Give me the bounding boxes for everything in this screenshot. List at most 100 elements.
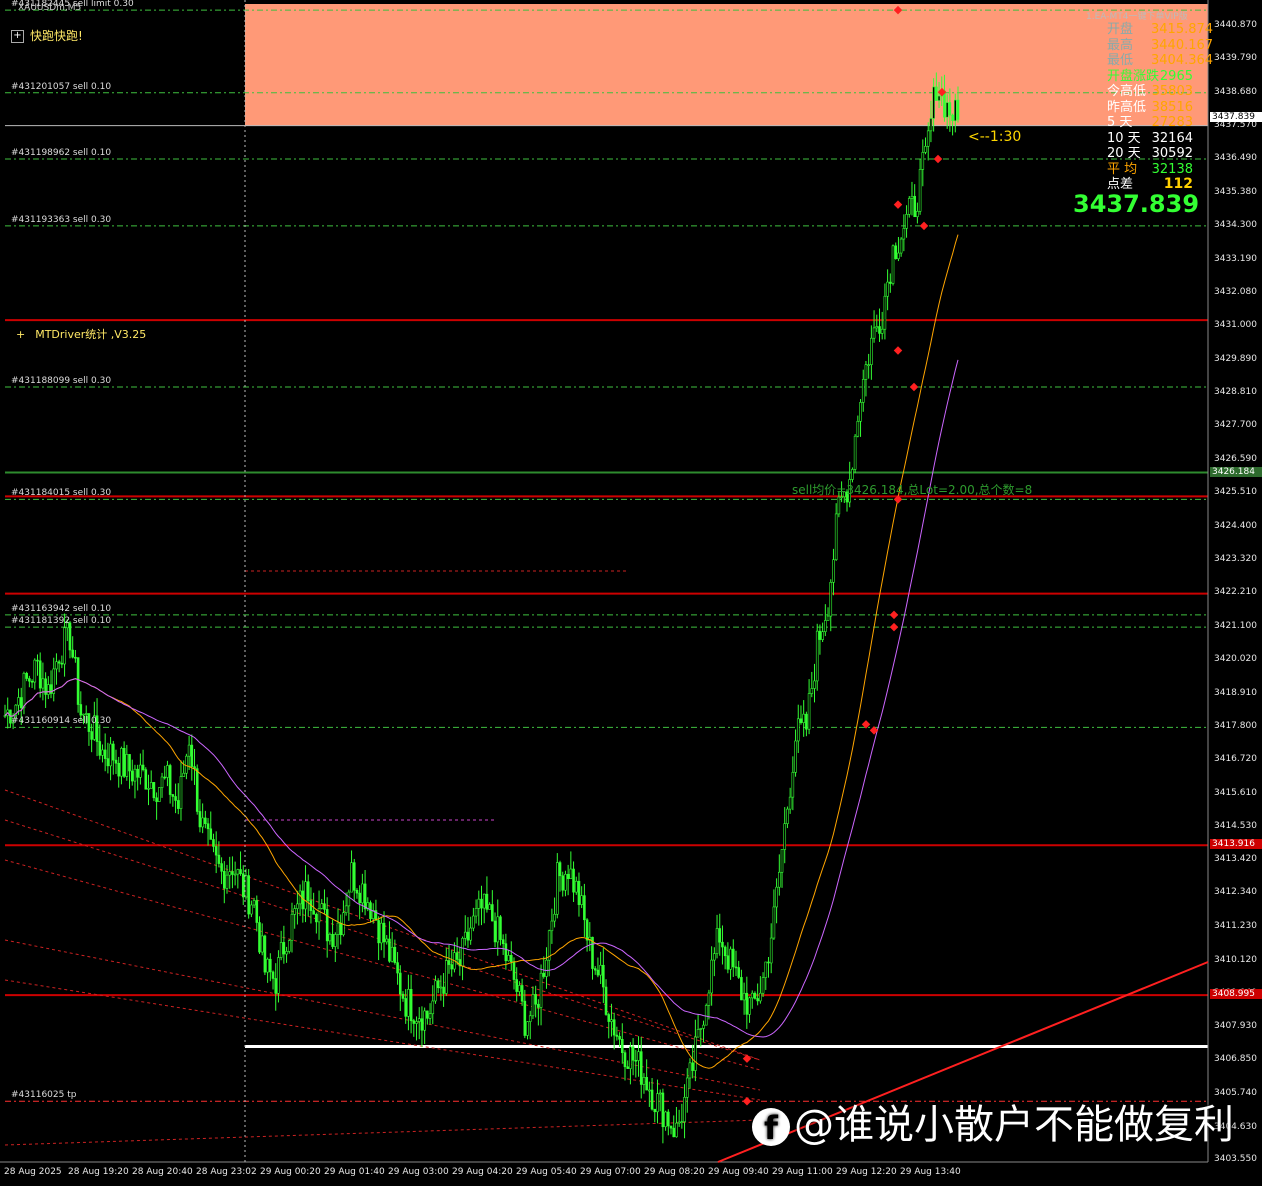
candle-body [837, 496, 841, 515]
candle-body [534, 994, 537, 1005]
candle-body [723, 946, 727, 957]
candle-body [377, 920, 380, 944]
candle-body [347, 891, 351, 907]
candle-body [482, 893, 486, 909]
candle-body [618, 1036, 621, 1040]
candle-body [864, 364, 868, 380]
candle-body [805, 713, 808, 730]
candle-body [485, 893, 489, 910]
candle-body [509, 954, 513, 963]
candle-body [675, 1122, 678, 1138]
candle-body [385, 938, 389, 943]
candle-body [409, 988, 413, 1021]
candle-body [539, 972, 543, 1008]
mtdriver-stats-button[interactable]: + MTDriver统计 ,V3.25 [16, 326, 146, 342]
candle-body [28, 678, 31, 682]
order-label[interactable]: #431188099 sell 0.30 [11, 376, 111, 386]
price-axis-label: 3423.320 [1214, 553, 1257, 564]
candle-body [807, 693, 811, 730]
price-chart[interactable] [0, 0, 1262, 1186]
candle-body [550, 920, 554, 932]
order-label[interactable]: #431198962 sell 0.10 [11, 148, 111, 158]
candle-body [212, 839, 215, 847]
candle-body [187, 744, 191, 757]
candle-body [691, 1062, 694, 1071]
candle-body [558, 862, 562, 877]
candle-body [683, 1097, 686, 1123]
price-axis-label: 3410.120 [1214, 954, 1257, 965]
candle-body [886, 281, 889, 297]
candle-body [891, 245, 895, 284]
candle-body [398, 972, 402, 995]
candle-body [696, 1029, 700, 1038]
candle-body [160, 776, 164, 788]
candle-body [74, 656, 77, 659]
candle-body [945, 102, 949, 118]
candle-body [163, 776, 167, 779]
candle-body [528, 1015, 532, 1022]
candle-body [201, 817, 204, 828]
candle-body [685, 1077, 689, 1098]
candle-body [407, 988, 410, 1017]
candle-body [423, 1010, 426, 1031]
candle-body [824, 620, 827, 633]
candle-body [282, 942, 286, 955]
candle-body [455, 952, 459, 960]
candle-body [537, 1003, 540, 1008]
candle-body [22, 672, 26, 709]
candle-body [783, 823, 787, 850]
candle-body [526, 1021, 529, 1036]
candle-body [361, 883, 364, 904]
candle-body [298, 890, 302, 905]
order-label[interactable]: #431181392 sell 0.10 [11, 616, 111, 626]
candle-body [721, 941, 724, 948]
time-axis-label: 29 Aug 12:20 [836, 1167, 897, 1177]
candle-body [36, 659, 39, 662]
candle-body [287, 940, 291, 952]
candle-body [166, 765, 169, 778]
candle-body [878, 326, 881, 334]
candle-body [832, 559, 835, 583]
candle-body [293, 908, 296, 915]
candle-body [499, 916, 502, 940]
candle-body [488, 904, 491, 910]
candle-body [236, 869, 240, 875]
candle-body [948, 102, 952, 116]
sell-average-text: sell均价=3426.184,总Lot=2.00,总个数=8 [792, 483, 1033, 497]
candle-body [55, 661, 58, 670]
order-label[interactable]: #431193363 sell 0.30 [11, 215, 111, 225]
candle-body [274, 978, 278, 994]
order-label[interactable]: #43116025 tp [11, 1090, 76, 1100]
candle-body [19, 697, 23, 709]
price-axis-label: 3426.590 [1214, 454, 1257, 465]
candle-body [585, 919, 589, 941]
candle-body [569, 868, 573, 880]
candle-body [206, 823, 210, 830]
candle-body [390, 946, 394, 962]
candle-body [593, 968, 597, 971]
candle-body [426, 1010, 429, 1019]
order-label[interactable]: #431201057 sell 0.10 [11, 82, 111, 92]
candle-body [255, 900, 259, 923]
order-label[interactable]: #431163942 sell 0.10 [11, 604, 111, 614]
candle-body [480, 898, 483, 909]
quick-run-button[interactable]: + 快跑快跑! [11, 27, 83, 44]
candle-body [382, 922, 386, 943]
candle-body [417, 1018, 421, 1022]
price-axis-label: 3435.380 [1214, 187, 1257, 198]
order-label[interactable]: #431184015 sell 0.30 [11, 488, 111, 498]
candle-body [545, 959, 548, 977]
candle-body [450, 964, 454, 970]
order-label[interactable]: #431160914 sell 0.30 [11, 716, 111, 726]
candle-body [380, 922, 383, 944]
candle-body [650, 1089, 654, 1110]
candle-body [631, 1046, 635, 1061]
candle-body [826, 615, 830, 621]
candle-body [899, 238, 903, 254]
candle-body [190, 744, 194, 767]
candle-body [704, 1005, 708, 1026]
candle-body [323, 903, 326, 910]
candle-body [629, 1046, 632, 1069]
candle-body [713, 953, 716, 961]
candle-body [493, 920, 497, 943]
